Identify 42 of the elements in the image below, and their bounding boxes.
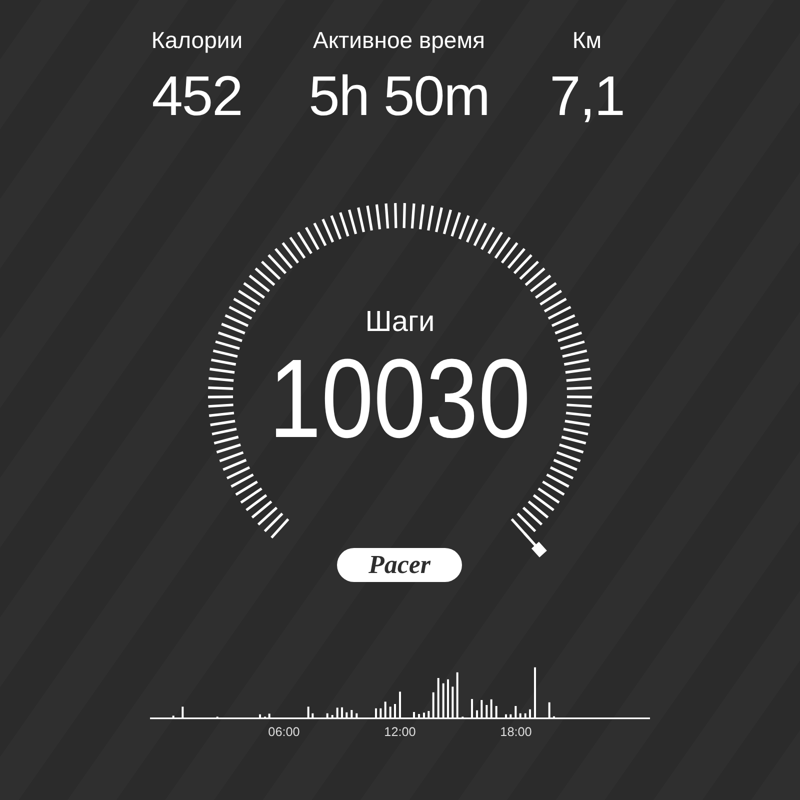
activity-bar (519, 713, 522, 718)
app-logo-badge: Pacer (337, 548, 462, 582)
activity-bar (548, 702, 550, 718)
activity-bar (456, 672, 458, 718)
activity-bar (486, 705, 488, 718)
activity-bar (389, 706, 392, 718)
steps-count: 10030 (269, 343, 531, 455)
activity-bar (428, 711, 430, 718)
activity-bar (432, 692, 434, 718)
activity-bar (490, 699, 492, 718)
gauge-marker (524, 532, 547, 558)
stat-label: Км (572, 26, 602, 55)
activity-bar (350, 710, 353, 718)
activity-bar (336, 708, 338, 718)
activity-bar (356, 713, 358, 718)
activity-bar (524, 713, 526, 718)
activity-bar (182, 706, 184, 718)
activity-bar (495, 706, 498, 718)
stat-value: 452 (152, 66, 242, 126)
activity-bar (326, 713, 328, 718)
time-label: 18:00 (500, 725, 532, 739)
activity-bar (172, 716, 174, 718)
activity-bar (510, 714, 512, 718)
activity-bar (331, 715, 334, 718)
steps-label: Шаги (365, 305, 435, 339)
stat-label: Активное время (312, 26, 485, 55)
activity-bar (480, 700, 483, 718)
activity-bar (380, 708, 382, 718)
time-label: 12:00 (384, 725, 416, 739)
activity-bar (437, 678, 440, 718)
activity-bar (442, 683, 444, 718)
activity-bar (384, 702, 386, 718)
activity-bar (312, 713, 314, 718)
stat-label: Калории (151, 26, 243, 55)
stat-value: 7,1 (550, 66, 624, 126)
time-label: 06:00 (268, 725, 300, 739)
activity-bar (346, 712, 348, 718)
activity-bar (268, 714, 270, 718)
stat-value: 5h 50m (308, 66, 490, 126)
activity-bar (514, 706, 517, 718)
activity-bar (452, 686, 454, 718)
activity-bar (307, 706, 310, 718)
